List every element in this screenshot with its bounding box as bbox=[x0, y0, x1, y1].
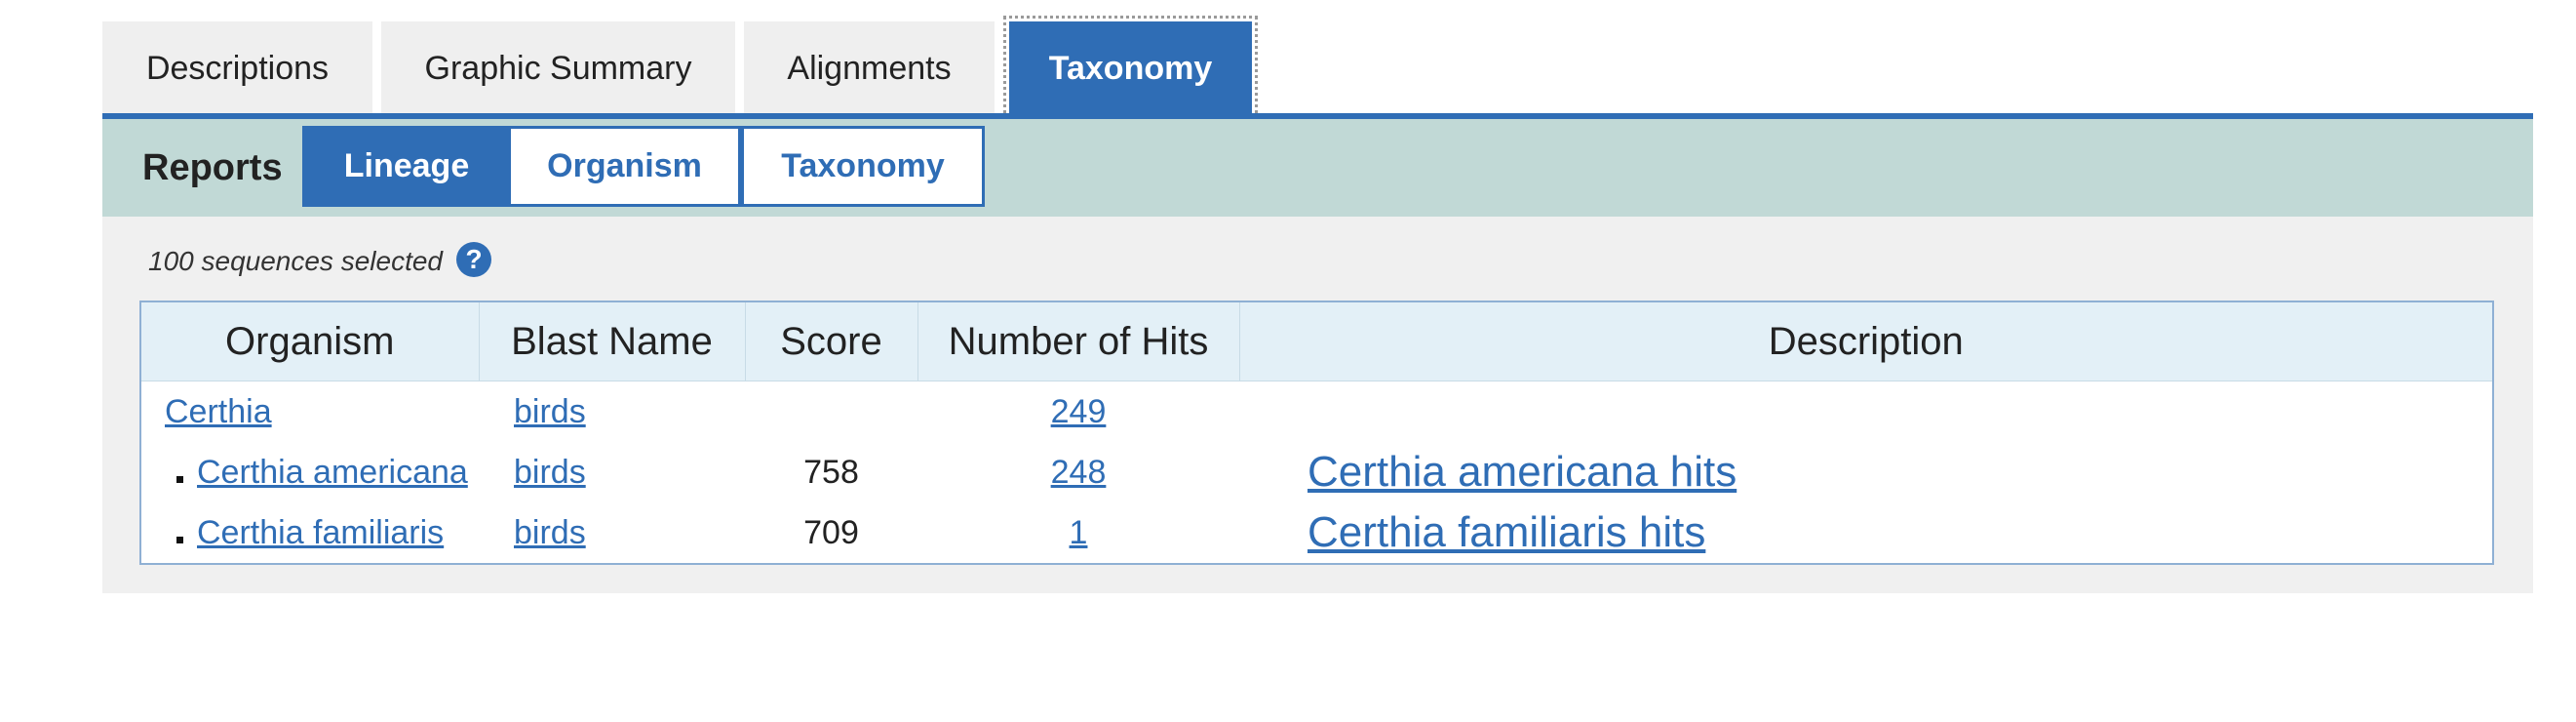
organism-link[interactable]: Certhia americana bbox=[197, 454, 468, 491]
column-header-number-of-hits[interactable]: Number of Hits bbox=[917, 302, 1240, 381]
hits-cell: 248 bbox=[917, 442, 1239, 502]
hits-cell: 1 bbox=[917, 502, 1239, 563]
description-link[interactable]: Certhia familiaris hits bbox=[1308, 508, 1705, 556]
bullet-icon bbox=[176, 537, 183, 544]
description-link[interactable]: Certhia americana hits bbox=[1308, 448, 1737, 496]
hits-cell: 249 bbox=[917, 381, 1239, 443]
organism-cell: Certhia americana bbox=[141, 442, 479, 502]
score-cell bbox=[745, 381, 917, 443]
blast-name-link[interactable]: birds bbox=[514, 514, 586, 551]
hits-link[interactable]: 1 bbox=[1070, 514, 1088, 551]
sequences-selected-count: 100 sequences selected bbox=[148, 246, 443, 276]
table-row: Certhia americana birds 758 248 Certhia … bbox=[141, 442, 2492, 502]
hits-link[interactable]: 249 bbox=[1051, 393, 1107, 430]
table-row: Certhia familiaris birds 709 1 Certhia f… bbox=[141, 502, 2492, 563]
tab-descriptions[interactable]: Descriptions bbox=[102, 21, 372, 115]
score-cell: 758 bbox=[803, 453, 859, 491]
lineage-report-panel: 100 sequences selected ? Organism Blast … bbox=[102, 217, 2533, 593]
report-organism-button[interactable]: Organism bbox=[511, 126, 741, 207]
bullet-icon bbox=[176, 476, 183, 484]
organism-cell: Certhia familiaris bbox=[141, 502, 479, 563]
column-header-score[interactable]: Score bbox=[745, 302, 918, 381]
report-lineage-button[interactable]: Lineage bbox=[302, 126, 511, 207]
hits-link[interactable]: 248 bbox=[1051, 454, 1107, 491]
lineage-table: Organism Blast Name Score Number of Hits… bbox=[139, 301, 2494, 565]
tab-alignments[interactable]: Alignments bbox=[744, 21, 995, 115]
column-header-description[interactable]: Description bbox=[1239, 302, 2492, 381]
result-tabs: Descriptions Graphic Summary Alignments … bbox=[102, 16, 1261, 121]
reports-label: Reports bbox=[142, 147, 283, 188]
column-header-blast-name[interactable]: Blast Name bbox=[479, 302, 746, 381]
blast-name-link[interactable]: birds bbox=[514, 454, 586, 491]
question-circle-icon[interactable]: ? bbox=[456, 242, 491, 277]
blast-name-link[interactable]: birds bbox=[514, 393, 586, 430]
column-header-organism[interactable]: Organism bbox=[141, 302, 480, 381]
table-row: Certhia birds 249 bbox=[141, 381, 2492, 443]
report-button-group: Lineage Organism Taxonomy bbox=[302, 126, 985, 207]
organism-cell: Certhia bbox=[141, 381, 479, 443]
organism-link[interactable]: Certhia familiaris bbox=[197, 514, 444, 551]
blast-name-cell: birds bbox=[479, 442, 745, 502]
blast-name-cell: birds bbox=[479, 502, 745, 563]
tab-graphic-summary[interactable]: Graphic Summary bbox=[381, 21, 735, 115]
description-cell: Certhia americana hits bbox=[1239, 442, 2492, 502]
description-cell: Certhia familiaris hits bbox=[1239, 502, 2492, 563]
organism-link[interactable]: Certhia bbox=[165, 393, 272, 430]
reports-bar: Reports Lineage Organism Taxonomy bbox=[102, 119, 2533, 217]
blast-name-cell: birds bbox=[479, 381, 745, 443]
score-cell: 709 bbox=[803, 513, 859, 551]
table-header-row: Organism Blast Name Score Number of Hits… bbox=[141, 302, 2492, 381]
tab-taxonomy[interactable]: Taxonomy bbox=[1003, 16, 1258, 121]
description-cell bbox=[1239, 381, 2492, 443]
report-taxonomy-button[interactable]: Taxonomy bbox=[741, 126, 985, 207]
